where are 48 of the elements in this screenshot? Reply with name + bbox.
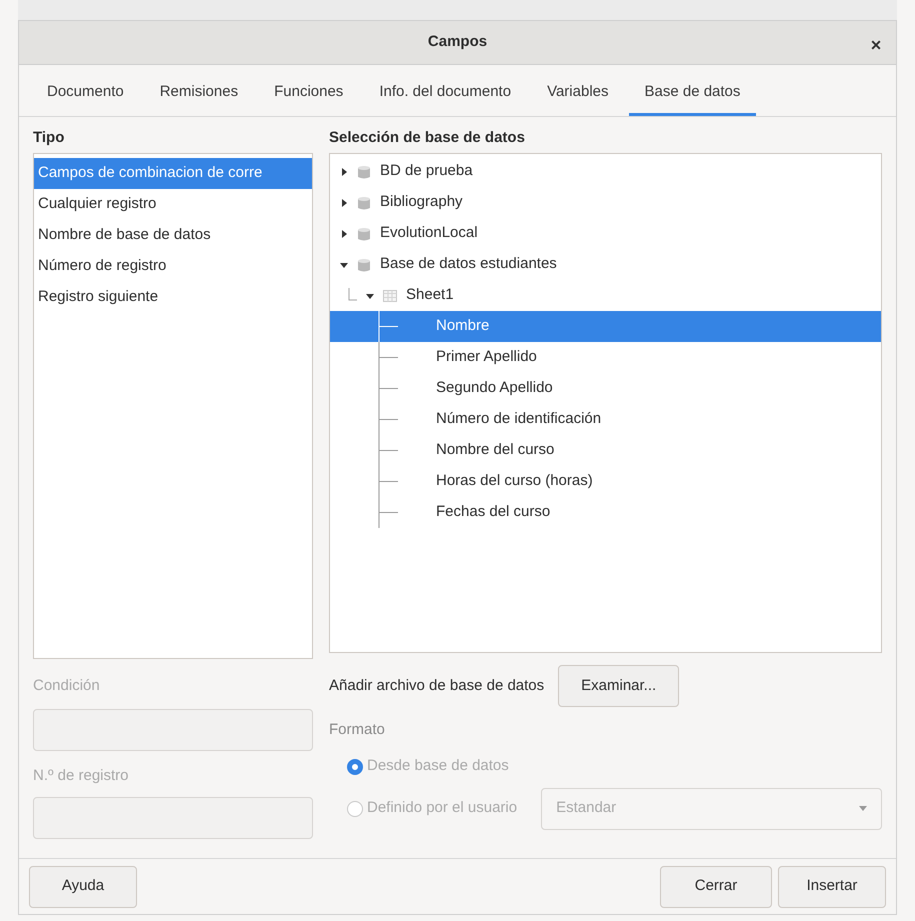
field-name: Nombre — [436, 316, 490, 336]
tree-row[interactable]: Número de identificación — [330, 404, 881, 435]
help-button[interactable]: Ayuda — [29, 866, 137, 908]
field-name: Fechas del curso — [436, 502, 550, 522]
tree-row[interactable]: Primer Apellido — [330, 342, 881, 373]
field-name: Número de identificación — [436, 409, 602, 430]
close-button[interactable]: × — [864, 33, 888, 57]
field-name: Horas del curso (horas) — [436, 471, 593, 492]
tab[interactable]: Info. del documento — [363, 72, 528, 116]
add-file-label: Añadir archivo de base de datos — [329, 676, 544, 696]
field-name: Segundo Apellido — [436, 378, 553, 398]
radio-label: Desde base de datos — [367, 756, 509, 776]
tree-row[interactable]: Horas del curso (horas) — [330, 466, 881, 497]
radio-label: Definido por el usuario — [367, 798, 518, 818]
window-title: Campos — [428, 32, 488, 52]
database-name: Base de datos estudiantes — [380, 254, 557, 274]
tab[interactable]: Variables — [531, 72, 624, 116]
insert-button[interactable]: Insertar — [778, 866, 886, 908]
database-name: EvolutionLocal — [380, 223, 478, 244]
tree-row[interactable]: Nombre del curso — [330, 435, 881, 466]
tree-row[interactable]: BD de prueba — [330, 156, 881, 187]
browse-button[interactable]: Examinar... — [558, 665, 680, 707]
list-item[interactable]: Registro siguiente — [34, 282, 312, 313]
tab[interactable]: Documento — [31, 72, 140, 116]
tree-row[interactable]: Nombre — [330, 311, 881, 342]
database-heading: Selección de base de datos — [329, 128, 526, 148]
tree-row[interactable]: EvolutionLocal — [330, 218, 881, 249]
format-heading: Formato — [329, 720, 386, 740]
list-item[interactable]: Número de registro — [34, 251, 312, 282]
tree-row[interactable]: Bibliography — [330, 187, 881, 218]
tab[interactable]: Remisiones — [144, 72, 254, 116]
database-name: BD de prueba — [380, 161, 473, 182]
list-item[interactable]: Cualquier registro — [34, 189, 312, 220]
tree-row[interactable]: Segundo Apellido — [330, 373, 881, 404]
database-name: Bibliography — [380, 192, 463, 212]
list-item[interactable]: Nombre de base de datos — [34, 220, 312, 251]
tree-row[interactable]: Sheet1 — [330, 280, 881, 311]
tree-row[interactable]: Fechas del curso — [330, 497, 881, 528]
table-name: Sheet1 — [406, 285, 454, 306]
list-item[interactable]: Campos de combinacion de corre — [34, 158, 312, 189]
tab[interactable]: Funciones — [258, 72, 360, 116]
condition-label: Condición — [33, 676, 101, 696]
field-name: Nombre del curso — [436, 440, 554, 460]
tree-row[interactable]: Base de datos estudiantes — [330, 249, 881, 280]
type-heading: Tipo — [33, 128, 66, 148]
record-number-label: N.º de registro — [33, 766, 130, 786]
field-name: Primer Apellido — [436, 347, 537, 368]
close-dialog-button[interactable]: Cerrar — [660, 866, 772, 908]
